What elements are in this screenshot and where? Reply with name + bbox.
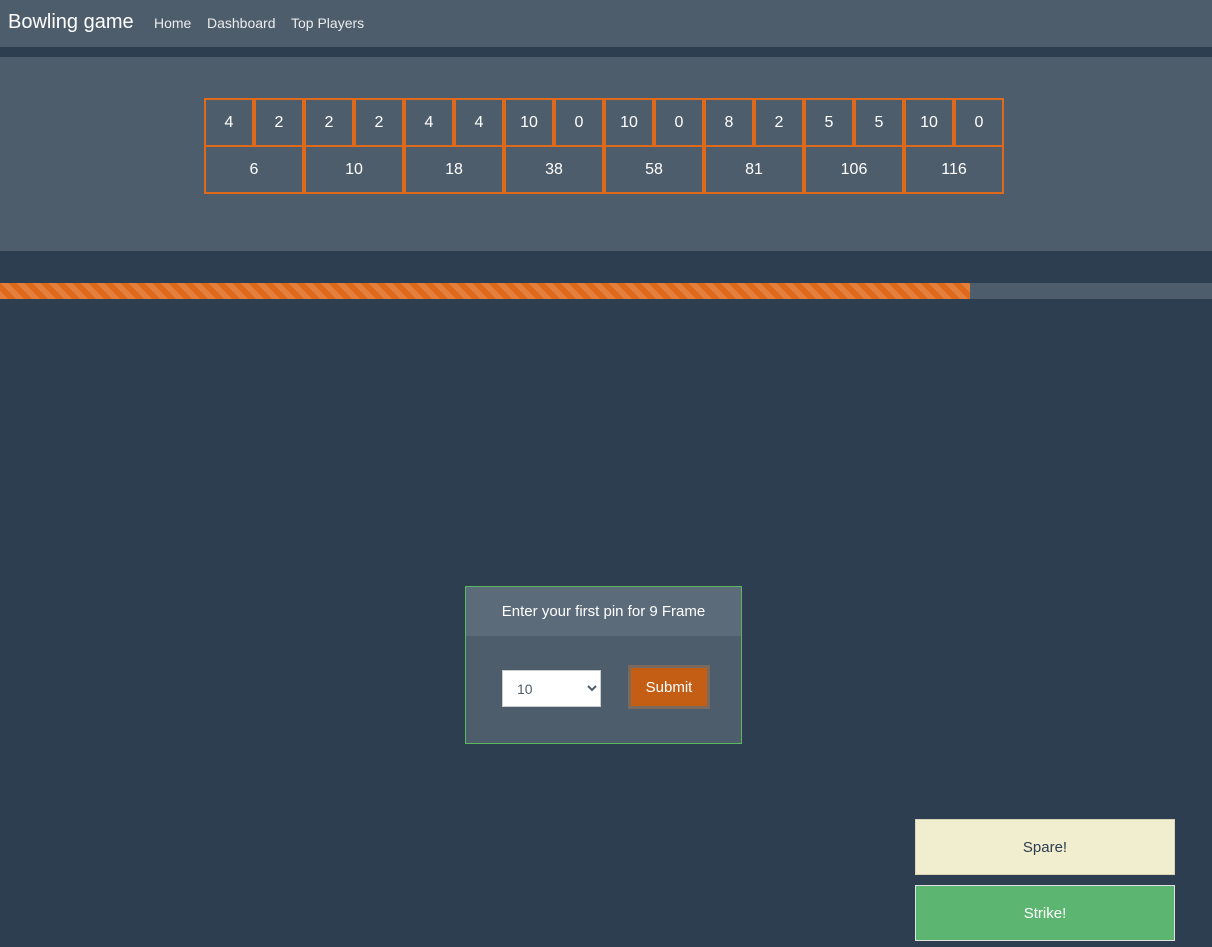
- frame-total-cell: 10: [304, 145, 404, 194]
- frame-total-cell: 116: [904, 145, 1004, 194]
- submit-button[interactable]: Submit: [628, 665, 710, 709]
- pin-entry-prompt: Enter your first pin for 9 Frame: [466, 587, 741, 636]
- strike-button[interactable]: Strike!: [915, 885, 1175, 941]
- roll-cell: 10: [904, 98, 954, 147]
- nav-dashboard-link[interactable]: Dashboard: [207, 15, 276, 31]
- roll-cell: 2: [304, 98, 354, 147]
- roll-cell: 5: [854, 98, 904, 147]
- frame-total-cell: 18: [404, 145, 504, 194]
- game-progress-track: [0, 283, 1212, 299]
- spare-button[interactable]: Spare!: [915, 819, 1175, 875]
- roll-cell: 2: [354, 98, 404, 147]
- pin-count-select[interactable]: 10: [502, 670, 601, 707]
- navbar: Bowling game Home Dashboard Top Players: [0, 0, 1212, 47]
- roll-cell: 4: [454, 98, 504, 147]
- frame-total-cell: 106: [804, 145, 904, 194]
- pin-entry-card: Enter your first pin for 9 Frame 10 Subm…: [465, 586, 742, 744]
- roll-cell: 10: [604, 98, 654, 147]
- nav-home-link[interactable]: Home: [154, 15, 191, 31]
- roll-cell: 2: [754, 98, 804, 147]
- brand-link[interactable]: Bowling game: [8, 11, 134, 34]
- roll-cell: 0: [954, 98, 1004, 147]
- roll-cell: 0: [554, 98, 604, 147]
- frame-total-cell: 38: [504, 145, 604, 194]
- roll-cell: 5: [804, 98, 854, 147]
- nav-top-players-link[interactable]: Top Players: [291, 15, 364, 31]
- frame-total-cell: 6: [204, 145, 304, 194]
- scoreboard: 4 2 2 2 4 4 10 0 10 0 8 2 5 5 10 0 6 10 …: [204, 98, 1004, 194]
- roll-cell: 4: [404, 98, 454, 147]
- game-progress-bar: [0, 283, 970, 299]
- roll-cell: 4: [204, 98, 254, 147]
- roll-cell: 0: [654, 98, 704, 147]
- score-panel: 4 2 2 2 4 4 10 0 10 0 8 2 5 5 10 0 6 10 …: [0, 57, 1212, 251]
- frame-total-cell: 81: [704, 145, 804, 194]
- roll-cell: 8: [704, 98, 754, 147]
- frame-total-cell: 58: [604, 145, 704, 194]
- roll-cell: 2: [254, 98, 304, 147]
- roll-cell: 10: [504, 98, 554, 147]
